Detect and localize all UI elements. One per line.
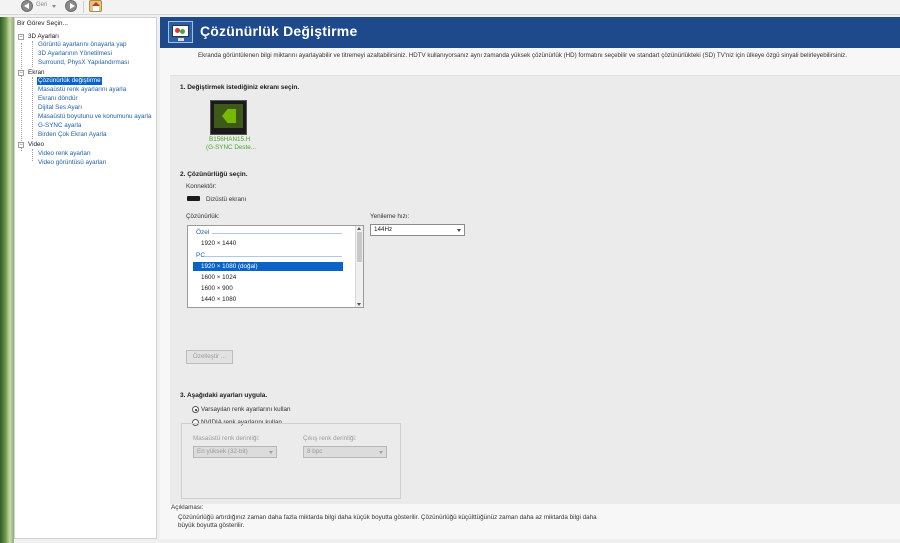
output-depth-value: 8 bpc — [307, 448, 323, 455]
tree-item-video-image[interactable]: Video görüntüsü ayarları — [38, 159, 107, 167]
tree-category-video[interactable]: Video — [28, 141, 44, 149]
description-title: Açıklaması: — [171, 504, 204, 511]
display-subtitle[interactable]: (G-SYNC Deste... — [206, 144, 256, 151]
intro-text: Ekranda görüntülenen bilgi miktarını aya… — [198, 52, 847, 59]
back-dropdown-icon[interactable] — [52, 5, 56, 8]
nvidia-logo-icon — [222, 109, 236, 123]
connector-value: Dizüstü ekranı — [206, 196, 247, 203]
tree-item-change-resolution[interactable]: Çözünürlük değiştirme — [37, 77, 102, 85]
customize-button[interactable]: Özelleştir ... — [186, 350, 233, 364]
laptop-display-icon — [187, 196, 200, 201]
list-item[interactable]: 1600 × 900 — [193, 284, 343, 293]
tree-item-surround-physx[interactable]: Surround, PhysX Yapılandırması — [38, 59, 129, 67]
section-3-title: 3. Aşağıdaki ayarları uygula. — [180, 392, 268, 399]
back-button[interactable] — [21, 0, 33, 12]
list-divider — [204, 256, 342, 257]
tree-line — [32, 149, 33, 161]
refresh-rate-dropdown[interactable]: 144Hz — [370, 224, 465, 236]
description-area: Açıklaması: Çözünürlüğü artırdığınız zam… — [170, 504, 900, 539]
color-settings-group: Masaüstü renk derinliği: En yüksek (32-b… — [181, 423, 401, 499]
toolbar-separator — [83, 1, 84, 13]
scroll-thumb[interactable] — [357, 232, 362, 262]
forward-button[interactable] — [65, 0, 77, 12]
description-text: Çözünürlüğü artırdığınız zaman daha fazl… — [178, 514, 597, 529]
task-panel-title: Bir Görev Seçin... — [17, 20, 68, 27]
tree-item-multi-display[interactable]: Birden Çok Ekran Ayarla — [38, 131, 107, 139]
tree-item-image-preset[interactable]: Görüntü ayarlarını önayarla yap — [38, 41, 127, 49]
list-divider — [212, 233, 342, 234]
section-1-title: 1. Değiştirmek istediğiniz ekranı seçin. — [180, 84, 300, 91]
back-arrow-icon — [24, 3, 29, 9]
desktop-depth-value: En yüksek (32-bit) — [197, 448, 248, 455]
connector-label: Konnektör: — [186, 183, 217, 190]
content-area: 1. Değiştirmek istediğiniz ekranı seçin.… — [170, 75, 900, 507]
output-depth-label: Çıkış renk derinliği: — [303, 435, 357, 442]
display-settings-icon — [168, 21, 193, 43]
home-icon[interactable] — [89, 0, 102, 12]
tree-item-desktop-color[interactable]: Masaüstü renk ayarlarını ayarla — [38, 86, 126, 94]
tree-item-desktop-size[interactable]: Masaüstü boyutunu ve konumunu ayarla — [38, 113, 151, 121]
chevron-down-icon — [269, 451, 273, 454]
output-depth-dropdown[interactable]: 8 bpc — [303, 446, 387, 458]
page-title: Çözünürlük Değiştirme — [200, 23, 358, 39]
collapse-icon[interactable]: − — [18, 70, 24, 76]
list-group-custom: Özel — [196, 229, 210, 236]
tree-category-display[interactable]: Ekran — [28, 69, 44, 77]
tree-item-gsync[interactable]: G-SYNC ayarla — [38, 122, 81, 130]
desktop-depth-label: Masaüstü renk derinliği: — [193, 435, 260, 442]
tree-item-digital-audio[interactable]: Dijital Ses Ayarı — [38, 104, 82, 112]
chevron-down-icon — [457, 229, 461, 232]
collapse-icon[interactable]: − — [18, 34, 24, 40]
tree-line — [21, 43, 22, 151]
task-panel: Bir Görev Seçin... − 3D Ayarları Görüntü… — [14, 17, 157, 539]
section-2-title: 2. Çözünürlüğü seçin. — [180, 171, 248, 178]
radio-default-color[interactable] — [192, 406, 199, 413]
resolution-listbox[interactable]: Özel 1920 × 1440 PC 1920 × 1080 (doğal) … — [187, 225, 364, 308]
list-item[interactable]: 1440 × 1080 — [193, 295, 343, 304]
tree-item-video-color[interactable]: Video renk ayarları — [38, 150, 91, 158]
desktop-depth-dropdown[interactable]: En yüksek (32-bit) — [193, 446, 277, 458]
listbox-scrollbar[interactable] — [355, 226, 363, 307]
tree-category-3d[interactable]: 3D Ayarları — [28, 33, 59, 41]
toolbar: Geri — [0, 0, 900, 15]
collapse-icon[interactable]: − — [18, 142, 24, 148]
radio-default-label[interactable]: Varsayılan renk ayarlarını kullan — [201, 406, 290, 413]
back-label[interactable]: Geri — [36, 2, 47, 8]
list-item[interactable]: 1920 × 1440 — [193, 239, 343, 248]
forward-arrow-icon — [69, 3, 75, 9]
scroll-up-icon[interactable] — [357, 227, 361, 230]
chevron-down-icon — [379, 451, 383, 454]
resolution-label: Çözünürlük: — [186, 213, 220, 220]
display-monitor-icon[interactable] — [210, 100, 247, 135]
tree-line — [32, 77, 33, 139]
page-header: Çözünürlük Değiştirme — [160, 17, 900, 48]
tree-item-rotate-display[interactable]: Ekranı döndür — [38, 95, 78, 103]
list-item[interactable]: 1600 × 1024 — [193, 273, 343, 282]
desktop-wallpaper — [0, 17, 14, 543]
display-name[interactable]: B156HAN15.H — [209, 136, 250, 143]
scroll-down-icon[interactable] — [357, 303, 361, 306]
tree-item-manage-3d[interactable]: 3D Ayarlarının Yönetilmesi — [38, 50, 112, 58]
list-item-selected[interactable]: 1920 × 1080 (doğal) — [193, 262, 343, 271]
refresh-rate-value: 144Hz — [374, 226, 393, 233]
refresh-rate-label: Yenileme hızı: — [370, 213, 410, 220]
tree-line — [32, 41, 33, 67]
main-panel: Çözünürlük Değiştirme Ekranda görüntülen… — [160, 17, 900, 539]
